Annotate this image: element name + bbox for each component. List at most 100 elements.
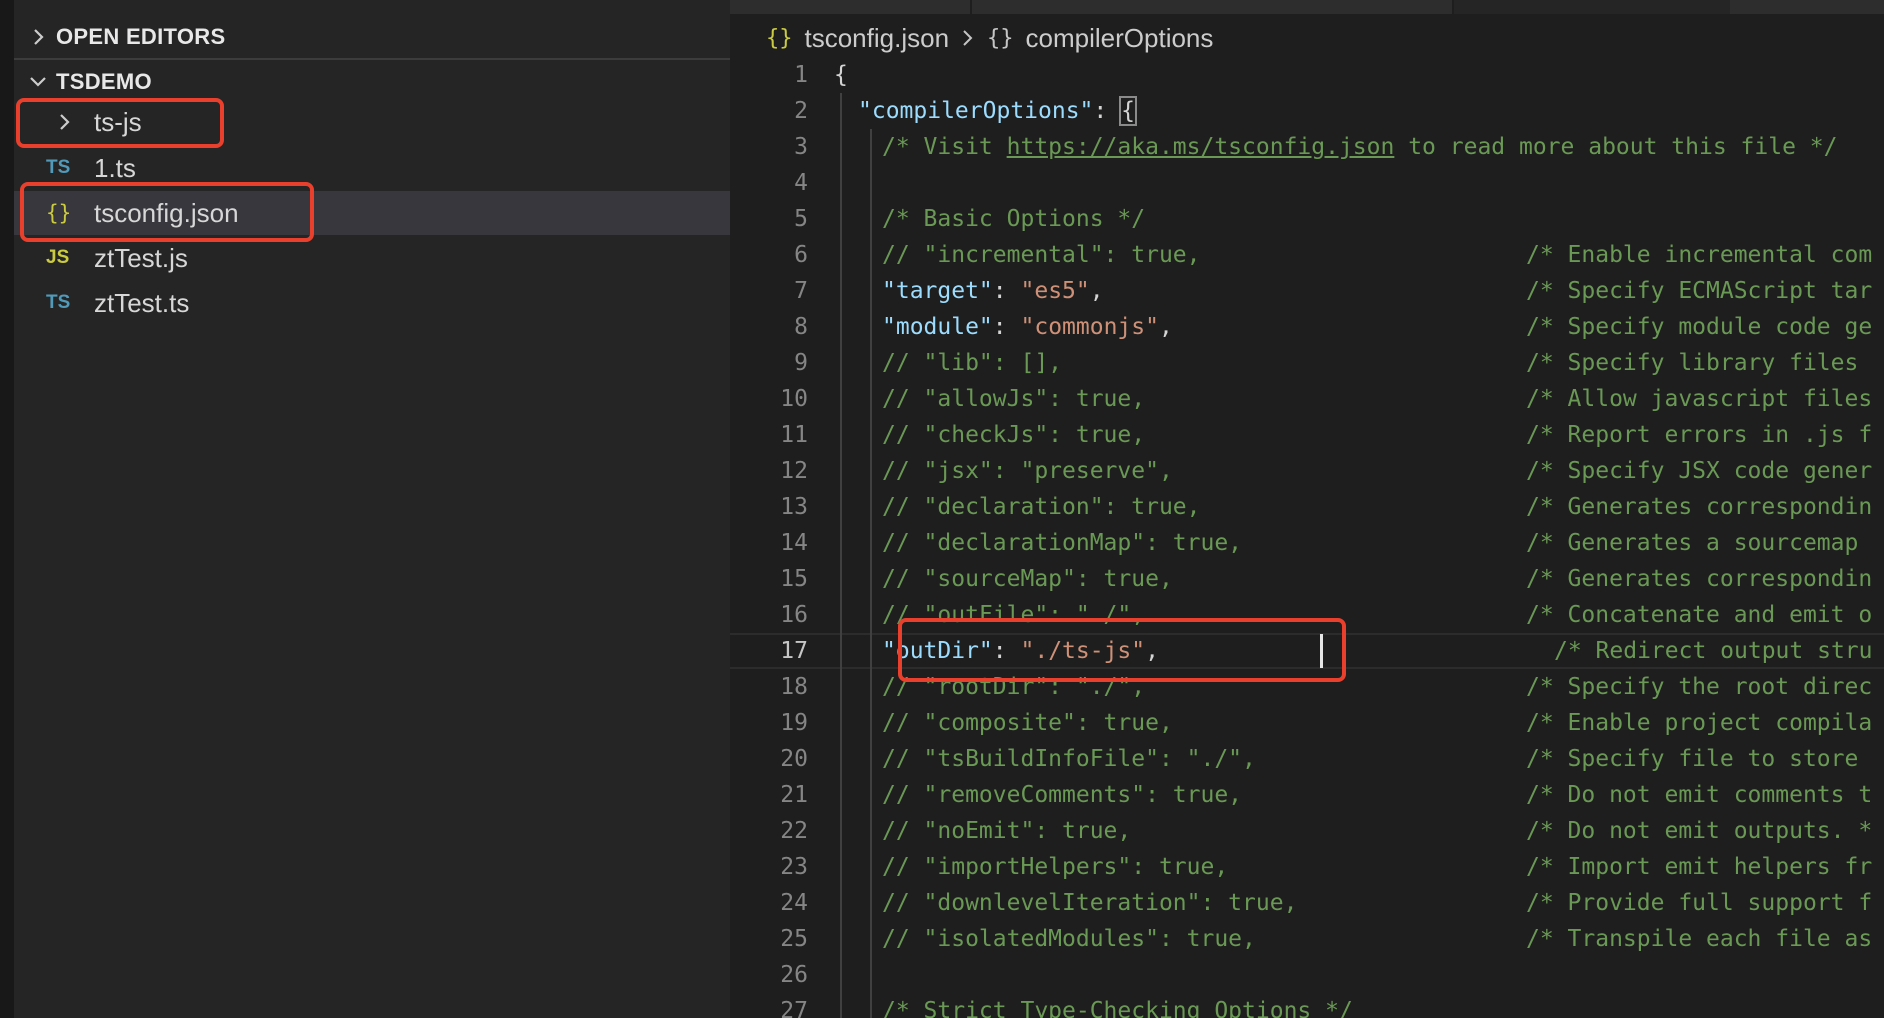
code-line[interactable]: 25 // "isolatedModules": true, /* Transpil… bbox=[730, 921, 1884, 957]
code-line[interactable]: 22 // "noEmit": true, /* Do not emit outpu… bbox=[730, 813, 1884, 849]
code-text: // "jsx": "preserve", bbox=[882, 458, 1173, 484]
code-text: // "declarationMap": true, bbox=[882, 530, 1243, 556]
code-text: // "noEmit": true, bbox=[882, 818, 1132, 844]
open-editors-header[interactable]: OPEN EDITORS bbox=[14, 16, 730, 60]
code-line[interactable]: 3 /* Visit https://aka.ms/tsconfig.json t… bbox=[730, 129, 1884, 165]
text-cursor bbox=[1320, 634, 1323, 668]
tree-item-label: 1.ts bbox=[94, 152, 136, 183]
activity-bar-edge bbox=[0, 0, 14, 1018]
code-text: // "removeComments": true, bbox=[882, 782, 1243, 808]
editor-tab[interactable] bbox=[730, 0, 970, 14]
javascript-file-icon: JS bbox=[46, 247, 70, 268]
code-line[interactable]: 16 // "outFile": "./", /* Concatenate and … bbox=[730, 597, 1884, 633]
tree-item-label: ts-js bbox=[94, 106, 142, 137]
breadcrumb-file[interactable]: tsconfig.json bbox=[805, 23, 950, 54]
code-line[interactable]: 11 // "checkJs": true, /* Report errors in… bbox=[730, 417, 1884, 453]
code-text: // "declaration": true, bbox=[882, 494, 1201, 520]
line-number: 10 bbox=[780, 386, 808, 412]
line-number: 22 bbox=[780, 818, 808, 844]
code-text: // "lib": [], bbox=[882, 350, 1063, 376]
tree-item-ts-js-folder[interactable]: ts-js bbox=[14, 100, 730, 144]
code-line[interactable]: 6 // "incremental": true, /* Enable increm… bbox=[730, 237, 1884, 273]
code-line[interactable]: 13 // "declaration": true, /* Generates co… bbox=[730, 489, 1884, 525]
code-text: // "importHelpers": true, bbox=[882, 854, 1229, 880]
line-number: 5 bbox=[794, 206, 808, 232]
line-number: 4 bbox=[794, 170, 808, 196]
tree-item-1-ts[interactable]: TS 1.ts bbox=[14, 146, 730, 190]
code-line[interactable]: 27 /* Strict Type-Checking Options */ bbox=[730, 993, 1884, 1018]
inline-comment: /* Specify JSX code gener bbox=[1526, 458, 1873, 484]
breadcrumb-section[interactable]: compilerOptions bbox=[1026, 23, 1214, 54]
code-line[interactable]: 19 // "composite": true, /* Enable project… bbox=[730, 705, 1884, 741]
code-line[interactable]: 4 bbox=[730, 165, 1884, 201]
line-number: 27 bbox=[780, 998, 808, 1018]
code-editor: {} tsconfig.json {} compilerOptions 1{2 "… bbox=[730, 0, 1884, 1018]
line-number: 17 bbox=[780, 638, 808, 664]
inline-comment: /* Report errors in .js f bbox=[1526, 422, 1873, 448]
line-number: 14 bbox=[780, 530, 808, 556]
inline-comment: /* Import emit helpers fr bbox=[1526, 854, 1873, 880]
inline-comment: /* Generates correspondin bbox=[1526, 494, 1873, 520]
code-text: // "outFile": "./", bbox=[882, 602, 1146, 628]
line-number: 24 bbox=[780, 890, 808, 916]
tab-strip bbox=[730, 0, 1884, 14]
code-line[interactable]: 20 // "tsBuildInfoFile": "./", /* Specify … bbox=[730, 741, 1884, 777]
code-line[interactable]: 14 // "declarationMap": true, /* Generates… bbox=[730, 525, 1884, 561]
inline-comment: /* Do not emit outputs. * bbox=[1526, 818, 1873, 844]
code-area[interactable]: 1{2 "compilerOptions": {3/* Visit https:/… bbox=[730, 57, 1884, 1018]
code-text: "outDir": "./ts-js", bbox=[882, 638, 1159, 664]
code-line[interactable]: 17 "outDir": "./ts-js", /* Redirect output… bbox=[730, 633, 1884, 669]
code-line[interactable]: 24 // "downlevelIteration": true, /* Provi… bbox=[730, 885, 1884, 921]
open-editors-label: OPEN EDITORS bbox=[56, 24, 226, 49]
code-line[interactable]: 23 // "importHelpers": true, /* Import emi… bbox=[730, 849, 1884, 885]
inline-comment: /* Specify library files bbox=[1526, 350, 1859, 376]
chevron-right-icon bbox=[60, 114, 70, 130]
line-number: 9 bbox=[794, 350, 808, 376]
editor-tab[interactable] bbox=[972, 0, 1452, 14]
project-header[interactable]: TSDEMO bbox=[14, 62, 730, 102]
code-line[interactable]: 1{ bbox=[730, 57, 1884, 93]
tree-item-zttest-ts[interactable]: TS ztTest.ts bbox=[14, 281, 730, 325]
code-line[interactable]: 15 // "sourceMap": true, /* Generates corr… bbox=[730, 561, 1884, 597]
line-number: 2 bbox=[794, 98, 808, 124]
line-number: 6 bbox=[794, 242, 808, 268]
explorer-sidebar: OPEN EDITORS TSDEMO ts-js TS 1.ts {} tsc… bbox=[14, 0, 730, 1018]
chevron-down-icon bbox=[30, 77, 46, 87]
inline-comment: /* Specify ECMAScript tar bbox=[1526, 278, 1873, 304]
code-text: // "isolatedModules": true, bbox=[882, 926, 1256, 952]
code-line[interactable]: 8 "module": "commonjs", /* Specify module … bbox=[730, 309, 1884, 345]
chevron-right-icon bbox=[963, 30, 973, 46]
code-text: /* Basic Options */ bbox=[882, 206, 1146, 232]
breadcrumb: {} tsconfig.json {} compilerOptions bbox=[766, 18, 1213, 58]
code-line[interactable]: 21 // "removeComments": true, /* Do not em… bbox=[730, 777, 1884, 813]
line-number: 15 bbox=[780, 566, 808, 592]
code-text: { bbox=[834, 62, 848, 88]
code-line[interactable]: 26 bbox=[730, 957, 1884, 993]
code-line[interactable]: 12 // "jsx": "preserve", /* Specify JSX co… bbox=[730, 453, 1884, 489]
inline-comment: /* Specify file to store bbox=[1526, 746, 1859, 772]
line-number: 25 bbox=[780, 926, 808, 952]
code-line[interactable]: 9 // "lib": [], /* Specify library files bbox=[730, 345, 1884, 381]
editor-tab[interactable] bbox=[1730, 0, 1884, 14]
tree-item-zttest-js[interactable]: JS ztTest.js bbox=[14, 236, 730, 280]
code-line[interactable]: 18 // "rootDir": "./", /* Specify the root… bbox=[730, 669, 1884, 705]
code-line[interactable]: 2 "compilerOptions": { bbox=[730, 93, 1884, 129]
tree-item-label: ztTest.js bbox=[94, 242, 188, 273]
tree-item-tsconfig-json[interactable]: {} tsconfig.json bbox=[14, 191, 730, 235]
line-number: 12 bbox=[780, 458, 808, 484]
code-text: // "rootDir": "./", bbox=[882, 674, 1146, 700]
inline-comment: /* Generates correspondin bbox=[1526, 566, 1873, 592]
json-file-icon: {} bbox=[46, 201, 72, 225]
code-text: // "tsBuildInfoFile": "./", bbox=[882, 746, 1256, 772]
line-number: 3 bbox=[794, 134, 808, 160]
code-text: // "composite": true, bbox=[882, 710, 1173, 736]
object-icon: {} bbox=[987, 25, 1014, 51]
indent-guide bbox=[870, 129, 872, 1018]
line-number: 19 bbox=[780, 710, 808, 736]
code-line[interactable]: 7 "target": "es5", /* Specify ECMAScript t… bbox=[730, 273, 1884, 309]
line-number: 23 bbox=[780, 854, 808, 880]
inline-comment: /* Enable incremental com bbox=[1526, 242, 1873, 268]
code-line[interactable]: 5 /* Basic Options */ bbox=[730, 201, 1884, 237]
code-line[interactable]: 10 // "allowJs": true, /* Allow javascript… bbox=[730, 381, 1884, 417]
project-label: TSDEMO bbox=[56, 69, 152, 94]
